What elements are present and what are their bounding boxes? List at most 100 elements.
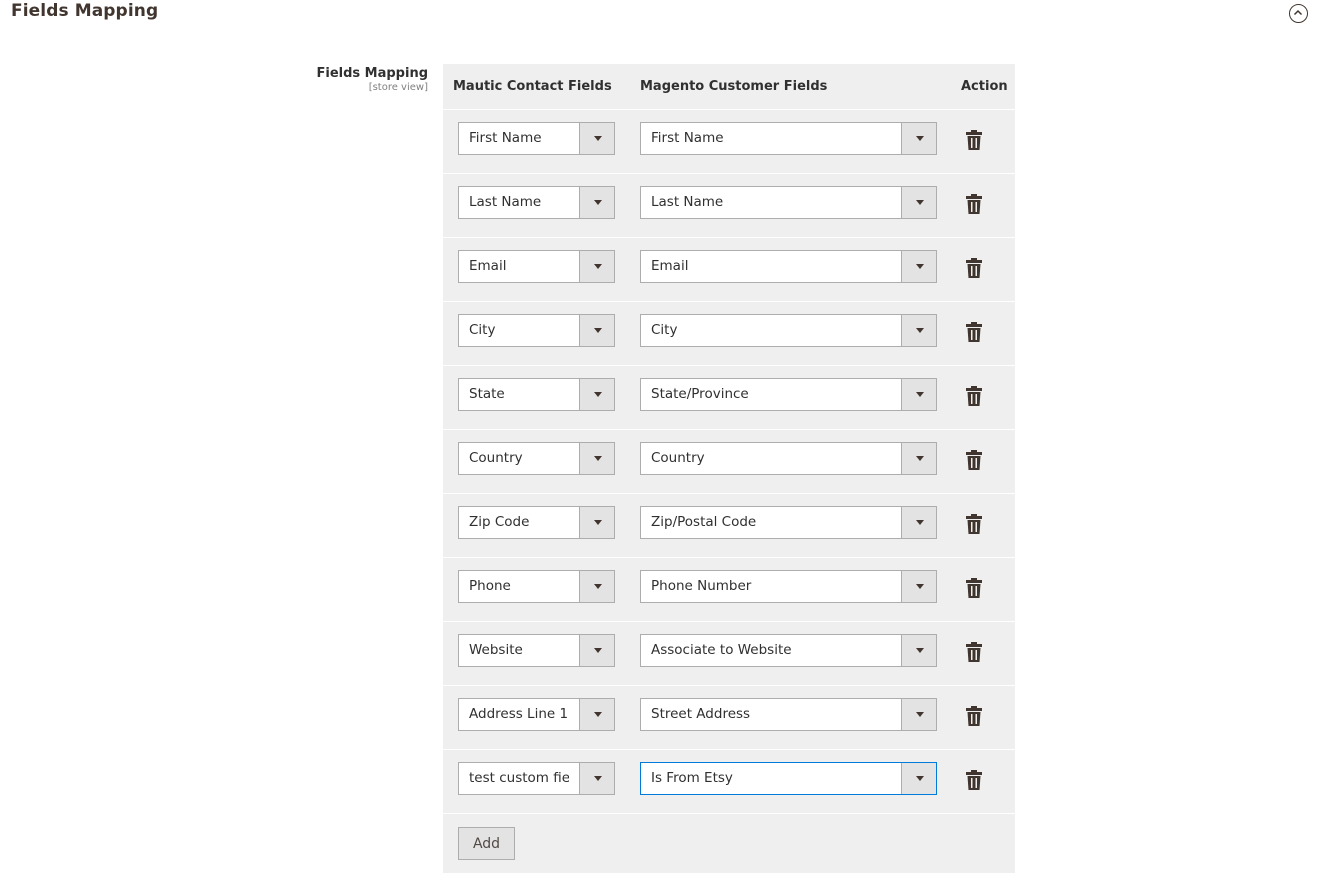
dropdown-arrow-icon[interactable] [579, 123, 614, 154]
mapping-row: Website Associate to Website [443, 621, 1015, 685]
magento-field-value: Last Name [651, 194, 724, 210]
add-button[interactable]: Add [458, 827, 515, 860]
magento-field-select[interactable]: Zip/Postal Code [640, 506, 937, 539]
magento-field-value: Street Address [651, 706, 751, 722]
dropdown-arrow-icon[interactable] [579, 699, 614, 730]
field-scope: [store view] [368, 82, 428, 93]
dropdown-arrow-icon[interactable] [579, 379, 614, 410]
magento-field-select[interactable]: Country [640, 442, 937, 475]
trash-icon[interactable] [965, 130, 983, 150]
mapping-row: Phone Phone Number [443, 557, 1015, 621]
mautic-field-value: Country [469, 450, 523, 466]
mautic-field-value: First Name [469, 130, 542, 146]
magento-field-value: Phone Number [651, 578, 752, 594]
mautic-field-select[interactable]: Last Name [458, 186, 615, 219]
section-title: Fields Mapping [11, 1, 159, 21]
mautic-field-value: Address Line 1 [469, 706, 569, 722]
mautic-field-value: Phone [469, 578, 511, 594]
trash-icon[interactable] [965, 386, 983, 406]
magento-field-value: State/Province [651, 386, 749, 402]
mautic-field-value: Last Name [469, 194, 542, 210]
trash-icon[interactable] [965, 194, 983, 214]
dropdown-arrow-icon[interactable] [579, 251, 614, 282]
mautic-field-value: test custom field [469, 770, 569, 786]
magento-field-select[interactable]: Is From Etsy [640, 762, 937, 795]
mautic-field-select[interactable]: Email [458, 250, 615, 283]
field-label-text: Fields Mapping [316, 66, 428, 81]
dropdown-arrow-icon[interactable] [901, 443, 936, 474]
dropdown-arrow-icon[interactable] [901, 187, 936, 218]
dropdown-arrow-icon[interactable] [579, 315, 614, 346]
mapping-row: City City [443, 301, 1015, 365]
dropdown-arrow-icon[interactable] [579, 507, 614, 538]
dropdown-arrow-icon[interactable] [579, 763, 614, 794]
mapping-row: Zip Code Zip/Postal Code [443, 493, 1015, 557]
magento-field-value: First Name [651, 130, 724, 146]
trash-icon[interactable] [965, 706, 983, 726]
magento-field-value: City [651, 322, 678, 338]
field-label: Fields Mapping [store view] [316, 66, 428, 93]
mautic-field-select[interactable]: State [458, 378, 615, 411]
mautic-field-value: Zip Code [469, 514, 530, 530]
magento-field-select[interactable]: Last Name [640, 186, 937, 219]
magento-field-value: Email [651, 258, 689, 274]
dropdown-arrow-icon[interactable] [901, 699, 936, 730]
add-row: Add [443, 813, 1015, 873]
fields-mapping-grid: Mautic Contact Fields Magento Customer F… [443, 64, 1015, 873]
mapping-row: test custom field Is From Etsy [443, 749, 1015, 813]
mautic-field-select[interactable]: Country [458, 442, 615, 475]
mautic-field-value: City [469, 322, 496, 338]
grid-header: Mautic Contact Fields Magento Customer F… [443, 64, 1015, 110]
mapping-row: Last Name Last Name [443, 173, 1015, 237]
magento-field-select[interactable]: First Name [640, 122, 937, 155]
mautic-field-value: Website [469, 642, 523, 658]
magento-field-select[interactable]: Email [640, 250, 937, 283]
dropdown-arrow-icon[interactable] [579, 187, 614, 218]
dropdown-arrow-icon[interactable] [901, 635, 936, 666]
magento-field-select[interactable]: State/Province [640, 378, 937, 411]
column-header-mautic: Mautic Contact Fields [453, 79, 612, 94]
trash-icon[interactable] [965, 514, 983, 534]
trash-icon[interactable] [965, 770, 983, 790]
trash-icon[interactable] [965, 322, 983, 342]
mautic-field-select[interactable]: Zip Code [458, 506, 615, 539]
mautic-field-select[interactable]: City [458, 314, 615, 347]
dropdown-arrow-icon[interactable] [901, 379, 936, 410]
dropdown-arrow-icon[interactable] [579, 443, 614, 474]
chevron-up-circle-icon[interactable] [1289, 4, 1308, 23]
trash-icon[interactable] [965, 642, 983, 662]
mautic-field-select[interactable]: test custom field [458, 762, 615, 795]
section-header[interactable]: Fields Mapping [0, 0, 1330, 30]
magento-field-value: Associate to Website [651, 642, 792, 658]
dropdown-arrow-icon[interactable] [579, 571, 614, 602]
magento-field-value: Is From Etsy [651, 770, 733, 786]
mautic-field-select[interactable]: Address Line 1 [458, 698, 615, 731]
dropdown-arrow-icon[interactable] [901, 251, 936, 282]
magento-field-select[interactable]: City [640, 314, 937, 347]
mautic-field-select[interactable]: Website [458, 634, 615, 667]
trash-icon[interactable] [965, 258, 983, 278]
trash-icon[interactable] [965, 450, 983, 470]
column-header-magento: Magento Customer Fields [640, 79, 828, 94]
mautic-field-select[interactable]: First Name [458, 122, 615, 155]
magento-field-select[interactable]: Street Address [640, 698, 937, 731]
mautic-field-value: State [469, 386, 505, 402]
dropdown-arrow-icon[interactable] [901, 571, 936, 602]
mapping-row: Email Email [443, 237, 1015, 301]
trash-icon[interactable] [965, 578, 983, 598]
mapping-row: Address Line 1 Street Address [443, 685, 1015, 749]
mautic-field-value: Email [469, 258, 507, 274]
mapping-row: State State/Province [443, 365, 1015, 429]
magento-field-value: Country [651, 450, 705, 466]
mapping-row: First Name First Name [443, 109, 1015, 173]
dropdown-arrow-icon[interactable] [901, 507, 936, 538]
dropdown-arrow-icon[interactable] [901, 763, 936, 794]
magento-field-select[interactable]: Phone Number [640, 570, 937, 603]
dropdown-arrow-icon[interactable] [901, 315, 936, 346]
dropdown-arrow-icon[interactable] [901, 123, 936, 154]
magento-field-select[interactable]: Associate to Website [640, 634, 937, 667]
mautic-field-select[interactable]: Phone [458, 570, 615, 603]
mapping-row: Country Country [443, 429, 1015, 493]
dropdown-arrow-icon[interactable] [579, 635, 614, 666]
column-header-action: Action [961, 79, 1008, 94]
